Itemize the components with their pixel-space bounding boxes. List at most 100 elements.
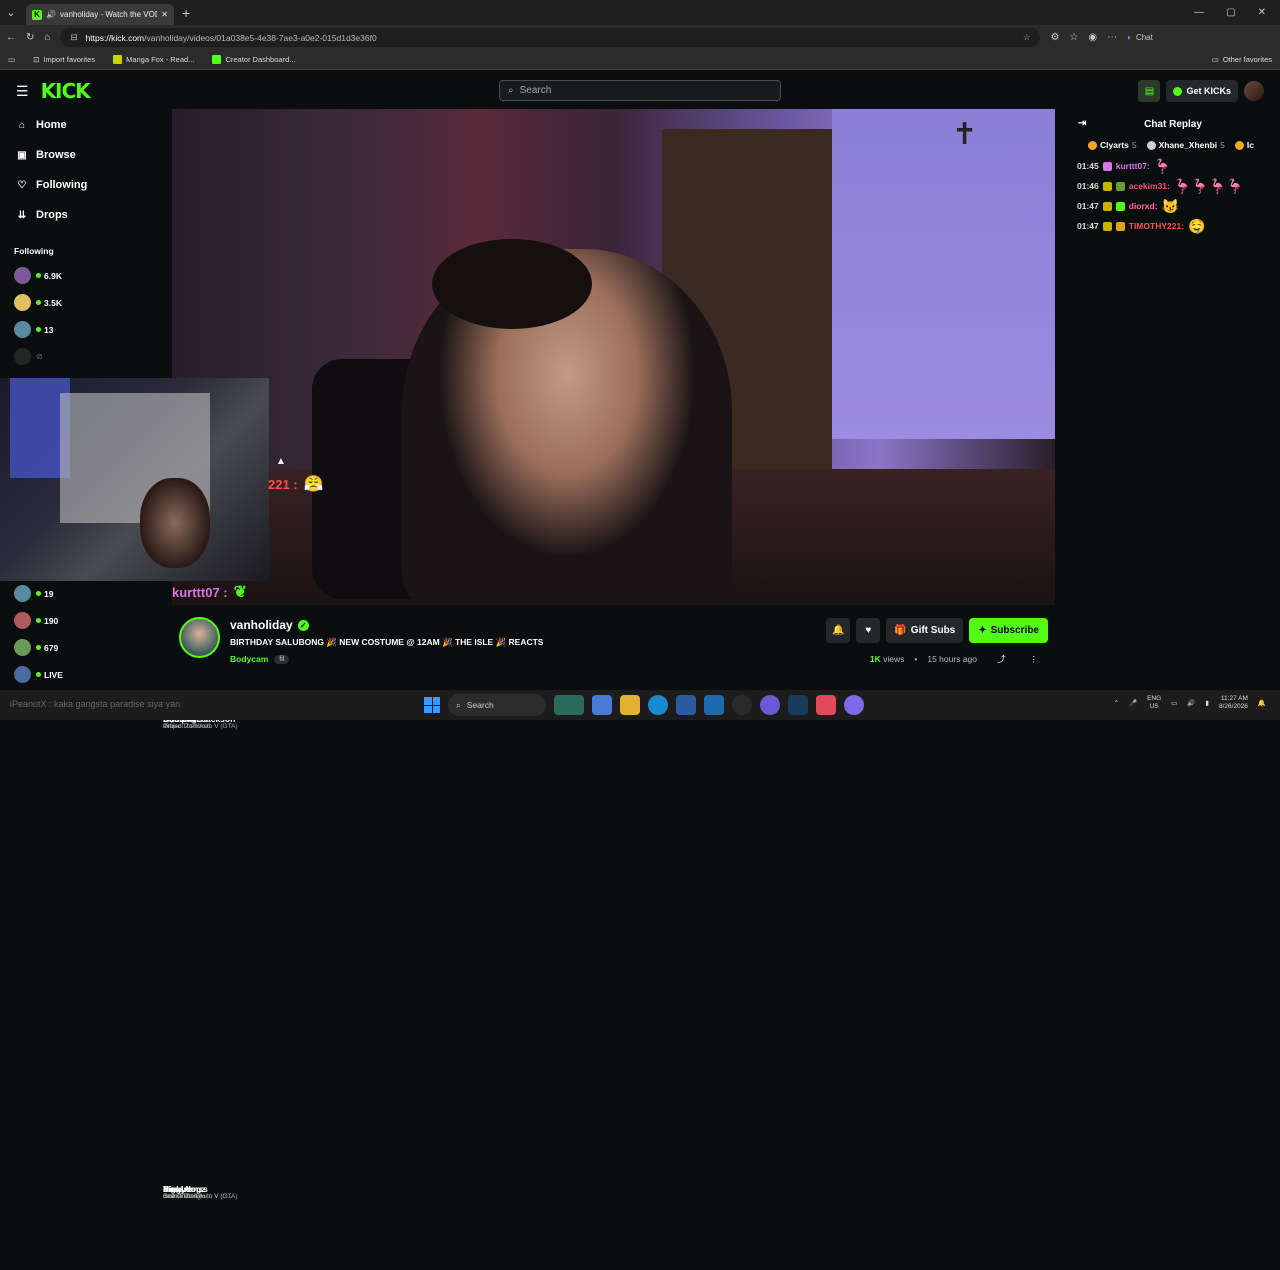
volume-icon[interactable]: 🔊	[1187, 699, 1195, 707]
taskbar-apps: ⌕ Search	[424, 694, 864, 716]
language-tag[interactable]: fil	[274, 654, 290, 664]
chat-message: 01:46 acekim31: 🦩🦩🦩🦩	[1066, 176, 1280, 196]
file-explorer-icon[interactable]	[620, 695, 640, 715]
copilot-chat-button[interactable]: ◐ Chat	[1127, 33, 1153, 42]
bookmark-creator[interactable]: Creator Dashboard...	[212, 55, 296, 64]
minimize-icon[interactable]: —	[1194, 7, 1204, 18]
following-item[interactable]: NickLee Just Chatting 679	[0, 634, 201, 1200]
collapse-chat-icon[interactable]: ⇥	[1078, 118, 1086, 129]
viewer-count: 19	[36, 589, 64, 599]
url-path: /vanholiday/videos/01a038e5-4e38-7ae3-a0…	[144, 32, 377, 43]
browser-tab[interactable]: K 🔊 vanholiday - Watch the VOD o ✕	[26, 4, 174, 25]
menu-dots-icon[interactable]: ⋯	[1107, 32, 1117, 43]
menu-icon[interactable]: ☰	[16, 83, 29, 100]
discord-icon[interactable]	[844, 695, 864, 715]
store-icon[interactable]	[676, 695, 696, 715]
streamer-avatar[interactable]	[179, 617, 220, 658]
stream-category[interactable]: Bodycam	[230, 654, 268, 664]
following-item[interactable]: BuddhaProject Zomboid 3.5K	[0, 289, 210, 730]
following-item[interactable]: xQc ⊘	[0, 343, 179, 723]
favorites-icon[interactable]: ☆	[1069, 32, 1078, 43]
favorite-star-icon[interactable]: ☆	[1023, 32, 1031, 43]
video-player[interactable]: ✝	[172, 109, 1055, 605]
notification-icon[interactable]: 🔔	[1258, 699, 1266, 707]
language-indicator[interactable]: ENG US	[1147, 695, 1161, 712]
tray-chevron-icon[interactable]: ⌃	[1114, 699, 1119, 707]
extensions-icon[interactable]: ⚙	[1050, 32, 1059, 43]
following-item[interactable]: BossArnss Grand Theft Auto V (GTA) 19	[0, 580, 238, 1200]
chat-username[interactable]: diorxd:	[1129, 201, 1158, 211]
overlay-chat-line: kurttt07 : ❦	[172, 582, 247, 602]
following-item[interactable]: BossArnssGrand Theft Auto V (GTA) 13	[0, 316, 238, 730]
crown-badge-icon	[1115, 221, 1125, 231]
widgets-icon[interactable]	[554, 695, 584, 715]
clock[interactable]: 11:27 AM 8/26/2026	[1219, 695, 1248, 712]
url-field[interactable]: ⊟ https://kick.com/vanholiday/videos/01a…	[60, 28, 1041, 47]
viewer-count: 679	[36, 643, 69, 653]
following-item[interactable]: Virex Slots & Casino LIVE	[0, 661, 206, 1200]
gifter-item[interactable]: Clyarts 5	[1088, 140, 1137, 150]
views-number: 1K	[869, 654, 881, 664]
follow-heart-icon[interactable]: ♥	[856, 618, 881, 643]
windows-start-icon[interactable]	[424, 697, 440, 713]
stream-meta: 1K views • 15 hours ago ⤴ ⋮	[870, 653, 1038, 665]
chat-username[interactable]: kurttt07:	[1116, 161, 1150, 171]
chat-header: ⇥ Chat Replay	[1066, 110, 1280, 138]
following-item[interactable]: RampageJacksonIRL 6.9K	[0, 262, 235, 730]
gifter-item[interactable]: Ic	[1234, 140, 1254, 150]
avatar	[14, 585, 31, 602]
close-window-icon[interactable]: ✕	[1258, 7, 1266, 18]
kicks-icon	[1173, 86, 1183, 96]
rewards-icon[interactable]: ▤	[1138, 80, 1161, 102]
back-icon[interactable]: ←	[6, 32, 16, 43]
share-icon[interactable]: ⤴	[997, 653, 1006, 665]
mic-icon[interactable]: 🎤	[1129, 699, 1137, 707]
get-kicks-button[interactable]: Get KICKs	[1166, 80, 1238, 102]
profile-icon[interactable]: ◉	[1088, 32, 1097, 43]
emote-icon: 😤	[303, 476, 324, 493]
streamer-name[interactable]: vanholiday	[230, 618, 293, 632]
sidebar-item-home[interactable]: ⌂ Home	[0, 110, 163, 140]
stream-actions: 🔔 ♥ 🎁 Gift Subs ✦ Subscribe	[826, 618, 1048, 643]
chat-time: 01:45	[1077, 161, 1099, 171]
more-options-icon[interactable]: ⋮	[1030, 654, 1039, 665]
new-tab-icon[interactable]: +	[182, 5, 190, 21]
refresh-icon[interactable]: ↻	[26, 32, 34, 43]
bookmark-mangafox[interactable]: Manga Fox - Read...	[113, 55, 194, 64]
tab-list-icon[interactable]: ⌄	[0, 0, 22, 25]
home-browser-icon[interactable]: ⌂	[44, 32, 50, 43]
overlay-chat-text: kurttt07 :	[172, 584, 228, 600]
notification-bell-icon[interactable]: 🔔	[826, 618, 851, 643]
discord-icon[interactable]	[760, 695, 780, 715]
subscribe-button[interactable]: ✦ Subscribe	[969, 618, 1048, 643]
kick-favicon-icon: K	[32, 9, 42, 20]
music-icon[interactable]	[816, 695, 836, 715]
edge-icon[interactable]	[648, 695, 668, 715]
header-actions: ▤ Get KICKs	[1138, 80, 1264, 102]
search-input[interactable]: ⌕ Search	[499, 80, 781, 101]
kick-logo[interactable]: KICK	[41, 79, 91, 103]
steam-icon[interactable]	[788, 695, 808, 715]
app-icon[interactable]	[592, 695, 612, 715]
app-icon[interactable]	[732, 695, 752, 715]
outlook-icon[interactable]	[704, 695, 724, 715]
other-favorites[interactable]: ▭ Other favorites	[1212, 55, 1272, 64]
maximize-icon[interactable]: ▢	[1226, 7, 1235, 18]
chat-username[interactable]: acekim31:	[1129, 181, 1170, 191]
gifter-item[interactable]: Xhane_Xhenbi 5	[1146, 140, 1225, 150]
network-icon[interactable]: ▭	[1171, 699, 1177, 707]
taskbar-search[interactable]: ⌕ Search	[448, 694, 546, 716]
site-info-icon[interactable]: ⊟	[70, 32, 77, 43]
chat-username[interactable]: TIMOTHY221:	[1129, 221, 1184, 231]
sidebar-item-browse[interactable]: ▣ Browse	[0, 140, 163, 170]
bookmark-import[interactable]: ⊡ Import favorites	[33, 55, 95, 64]
tab-close-icon[interactable]: ✕	[161, 10, 168, 19]
user-avatar[interactable]	[1244, 81, 1264, 101]
gift-subs-button[interactable]: 🎁 Gift Subs	[886, 618, 964, 643]
battery-icon[interactable]: ▮	[1205, 699, 1209, 707]
sidebar-item-drops[interactable]: ⇊ Drops	[0, 200, 163, 230]
chat-time: 01:47	[1077, 201, 1099, 211]
sidebar-item-following[interactable]: ♡ Following	[0, 170, 163, 200]
following-item[interactable]: diggydogz Grand Theft Auto V (G... 190	[0, 607, 233, 1200]
audio-icon[interactable]: 🔊	[46, 10, 56, 20]
